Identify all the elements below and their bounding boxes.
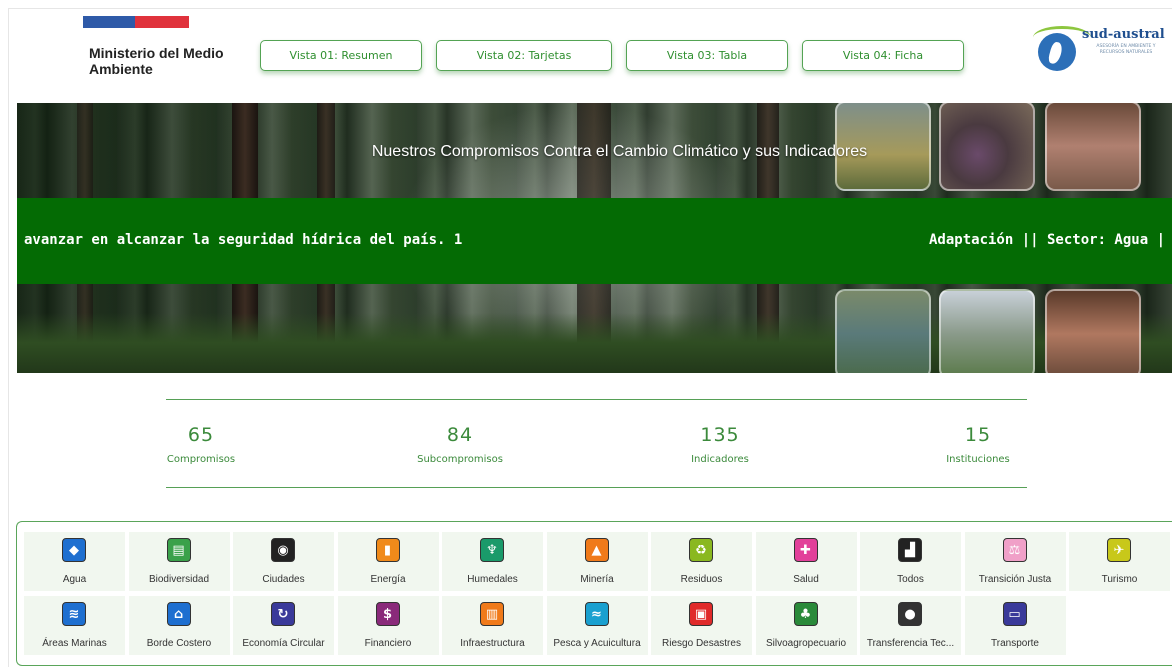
sector-label: Economía Circular [242, 638, 325, 649]
ticker-text-right: Adaptación || Sector: Agua | [929, 232, 1166, 248]
stat-subcompromisos: 84 Subcompromisos [380, 424, 540, 465]
sector-label: Ciudades [262, 574, 305, 585]
biodiversity-icon: ▤ [166, 538, 191, 562]
sector-label: Salud [793, 574, 819, 585]
stat-label: Indicadores [691, 454, 749, 465]
sector-transferencia-tec--button[interactable]: ● Transferencia Tec... [860, 596, 961, 655]
waves-icon: ≋ [62, 602, 86, 626]
sector-label: Financiero [364, 638, 412, 649]
sector-label: Transferencia Tec... [866, 638, 955, 649]
photo-river-tile [835, 289, 931, 373]
sector-agua-button[interactable]: ◆ Agua [24, 532, 125, 591]
health-icon: ✚ [793, 538, 818, 562]
partner-logo-name: sud-austral [1082, 27, 1165, 42]
sector-label: Pesca y Acuicultura [553, 638, 641, 649]
hero-title: Nuestros Compromisos Contra el Cambio Cl… [371, 143, 868, 160]
nav-vista-02-button[interactable]: Vista 02: Tarjetas [436, 40, 612, 71]
sector-label: Todos [897, 574, 924, 585]
sector-label: Energía [370, 574, 406, 585]
sector-transporte-button[interactable]: ▭ Transporte [964, 596, 1066, 655]
tree-icon: ♣ [793, 602, 818, 626]
sector-ciudades-button[interactable]: ◉ Ciudades [233, 532, 334, 591]
stat-value: 84 [446, 424, 474, 446]
sector-label: Infraestructura [460, 638, 525, 649]
mining-icon: ▲ [584, 538, 609, 562]
sector-label: Biodiversidad [148, 574, 210, 585]
ticker-text-left: avanzar en alcanzar la seguridad hídrica… [24, 232, 463, 248]
city-pin-icon: ◉ [271, 538, 295, 562]
sector-energía-button[interactable]: ▮ Energía [337, 532, 439, 591]
sector-áreas-marinas-button[interactable]: ≋ Áreas Marinas [24, 596, 125, 655]
tourism-icon: ✈ [1107, 538, 1131, 562]
ticker-band: avanzar en alcanzar la seguridad hídrica… [17, 198, 1172, 284]
nav-vista-01-button[interactable]: Vista 01: Resumen [260, 40, 422, 71]
sector-label: Riesgo Desastres [662, 638, 741, 649]
sector-riesgo-desastres-button[interactable]: ▣ Riesgo Desastres [651, 596, 752, 655]
sector-todos-button[interactable]: ▟ Todos [860, 532, 961, 591]
sector-label: Humedales [467, 574, 518, 585]
sector-label: Borde Costero [146, 638, 212, 649]
sector-humedales-button[interactable]: ♆ Humedales [442, 532, 543, 591]
sector-biodiversidad-button[interactable]: ▤ Biodiversidad [128, 532, 230, 591]
chile-flag-bar [83, 16, 189, 28]
coast-icon: ⌂ [166, 602, 191, 626]
stat-value: 135 [700, 424, 740, 446]
finance-icon: $ [375, 602, 400, 626]
wetlands-icon: ♆ [480, 538, 504, 562]
sector-residuos-button[interactable]: ♻ Residuos [651, 532, 752, 591]
photo-woman-tile [1045, 289, 1141, 373]
nav-vista-04-button[interactable]: Vista 04: Ficha [802, 40, 964, 71]
factory-icon: ▟ [898, 538, 922, 562]
south-america-globe-icon [1038, 33, 1076, 71]
stat-compromisos: 65 Compromisos [121, 424, 281, 465]
ministry-logo-text: Ministerio del Medio Ambiente [89, 45, 224, 77]
sector-pesca-y-acuicultura-button[interactable]: ≈ Pesca y Acuicultura [546, 596, 648, 655]
sector-transición-justa-button[interactable]: ⚖ Transición Justa [964, 532, 1066, 591]
partner-logo-tagline: ASESORÍA EN AMBIENTE Y RECURSOS NATURALE… [1096, 44, 1156, 55]
fishing-icon: ≈ [584, 602, 609, 626]
scales-icon: ⚖ [1002, 538, 1027, 562]
sud-austral-logo: sud-austral ASESORÍA EN AMBIENTE Y RECUR… [1033, 24, 1168, 76]
sector-label: Residuos [680, 574, 723, 585]
sector-label: Turismo [1101, 574, 1138, 585]
sector-label: Silvoagropecuario [765, 638, 847, 649]
tech-transfer-icon: ● [898, 602, 922, 626]
sector-borde-costero-button[interactable]: ⌂ Borde Costero [128, 596, 230, 655]
stat-value: 65 [187, 424, 215, 446]
water-drop-icon: ◆ [62, 538, 86, 562]
photo-mountain-tile [939, 289, 1035, 373]
bus-icon: ▭ [1002, 602, 1027, 626]
sector-financiero-button[interactable]: $ Financiero [337, 596, 439, 655]
sector-label: Transporte [991, 638, 1039, 649]
circular-economy-icon: ↻ [271, 602, 295, 626]
sector-infraestructura-button[interactable]: ▥ Infraestructura [442, 596, 543, 655]
sector-label: Transición Justa [978, 574, 1052, 585]
energy-icon: ▮ [375, 538, 400, 562]
recycle-icon: ♻ [689, 538, 713, 562]
sector-turismo-button[interactable]: ✈ Turismo [1069, 532, 1170, 591]
fire-truck-icon: ▣ [689, 602, 713, 626]
stat-label: Subcompromisos [417, 454, 503, 465]
nav-vista-03-button[interactable]: Vista 03: Tabla [626, 40, 788, 71]
sector-label: Áreas Marinas [42, 638, 107, 649]
stat-label: Compromisos [166, 454, 236, 465]
sector-silvoagropecuario-button[interactable]: ♣ Silvoagropecuario [755, 596, 857, 655]
stat-label: Instituciones [946, 454, 1010, 465]
sector-salud-button[interactable]: ✚ Salud [755, 532, 857, 591]
stat-indicadores: 135 Indicadores [640, 424, 800, 465]
stats-top-rule [166, 399, 1027, 400]
stats-bottom-rule [166, 487, 1027, 488]
sector-label: Minería [580, 574, 614, 585]
sector-minería-button[interactable]: ▲ Minería [546, 532, 648, 591]
building-icon: ▥ [480, 602, 504, 626]
hero-banner: Nuestros Compromisos Contra el Cambio Cl… [17, 103, 1172, 373]
sector-label: Agua [62, 574, 87, 585]
stat-value: 15 [964, 424, 992, 446]
stat-instituciones: 15 Instituciones [898, 424, 1058, 465]
sector-economía-circular-button[interactable]: ↻ Economía Circular [233, 596, 334, 655]
